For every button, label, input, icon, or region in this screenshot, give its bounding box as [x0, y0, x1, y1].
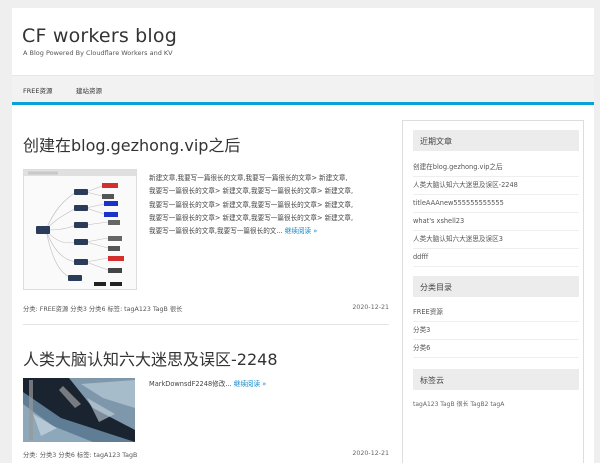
excerpt-line: 我要写一篇很长的文章> 新建文章,我要写一篇很长的文章> 新建文章,	[149, 187, 354, 196]
post-title[interactable]: 人类大脑认知六大迷思及误区-2248	[23, 346, 278, 370]
recent-post-link[interactable]: 人类大脑认知六大迷思及误区3	[413, 231, 579, 249]
post-thumbnail[interactable]	[23, 378, 135, 442]
post-excerpt: MarkDownsdF2248修改... 继续阅读 »	[149, 378, 389, 391]
site-title[interactable]: CF workers blog	[22, 25, 177, 47]
excerpt-line: 我要写一篇很长的文章,我要写一篇很长的文... 继续阅读 »	[149, 225, 389, 238]
post-excerpt: 新建文章,我要写一篇很长的文章,我要写一篇很长的文章> 新建文章, 我要写一篇很…	[149, 172, 389, 238]
post-divider	[23, 324, 389, 325]
main-nav: FREE资源 建站资源	[12, 75, 594, 105]
post-date: 2020-12-21	[352, 450, 389, 457]
post-meta: 分类: FREE资源 分类3 分类6 标签: tagA123 TagB 很长 2…	[23, 304, 389, 313]
widget-title-tags: 标签云	[413, 369, 579, 390]
post-title[interactable]: 创建在blog.gezhong.vip之后	[23, 132, 240, 156]
excerpt-last: 我要写一篇很长的文章,我要写一篇很长的文...	[149, 227, 283, 236]
post-meta: 分类: 分类3 分类6 标签: tagA123 TagB 2020-12-21	[23, 450, 389, 459]
category-link[interactable]: 分类6	[413, 340, 579, 358]
post-meta-taxonomy[interactable]: 分类: 分类3 分类6 标签: tagA123 TagB	[23, 452, 137, 459]
widget-title-recent: 近期文章	[413, 130, 579, 151]
excerpt-line: 我要写一篇很长的文章> 新建文章,我要写一篇很长的文章> 新建文章,	[149, 200, 354, 209]
post-date: 2020-12-21	[352, 304, 389, 311]
recent-posts-list: 创建在blog.gezhong.vip之后 人类大脑认知六大迷思及误区-2248…	[413, 159, 579, 267]
post-item: 创建在blog.gezhong.vip之后 新建文章,我要写一篇很长的文章,我要…	[23, 104, 389, 325]
site-description: A Blog Powered By Cloudflare Workers and…	[23, 49, 173, 57]
category-link[interactable]: FREE资源	[413, 304, 579, 322]
widget-title-text: 分类目录	[420, 283, 452, 292]
tag-cloud[interactable]: tagA123 TagB 很长 TagB2 tagA	[413, 399, 504, 408]
nav-item-site[interactable]: 建站资源	[76, 85, 102, 95]
read-more-link[interactable]: 继续阅读 »	[285, 227, 318, 235]
widget-title-categories: 分类目录	[413, 276, 579, 297]
excerpt-text: MarkDownsdF2248修改...	[149, 380, 232, 388]
widget-title-text: 标签云	[420, 376, 444, 385]
excerpt-line: MarkDownsdF2248修改... 继续阅读 »	[149, 378, 389, 391]
recent-post-link[interactable]: 人类大脑认知六大迷思及误区-2248	[413, 177, 579, 195]
categories-list: FREE资源 分类3 分类6	[413, 304, 579, 358]
excerpt-line: 新建文章,我要写一篇很长的文章,我要写一篇很长的文章> 新建文章,	[149, 174, 348, 182]
excerpt-line: 我要写一篇很长的文章> 新建文章,我要写一篇很长的文章> 新建文章,	[149, 213, 354, 222]
earth-from-space-icon	[23, 378, 135, 442]
recent-post-link[interactable]: what's xshell23	[413, 213, 579, 231]
widget-title-text: 近期文章	[420, 137, 452, 146]
recent-post-link[interactable]: ddfff	[413, 249, 579, 267]
recent-post-link[interactable]: titleAAAnew555555555555	[413, 195, 579, 213]
post-thumbnail[interactable]	[23, 169, 137, 290]
nav-item-free[interactable]: FREE资源	[23, 85, 52, 95]
category-link[interactable]: 分类3	[413, 322, 579, 340]
read-more-link[interactable]: 继续阅读 »	[234, 380, 267, 388]
page: CF workers blog A Blog Powered By Cloudf…	[12, 8, 594, 463]
mindmap-thumbnail-icon	[24, 170, 136, 289]
recent-post-link[interactable]: 创建在blog.gezhong.vip之后	[413, 159, 579, 177]
post-meta-taxonomy[interactable]: 分类: FREE资源 分类3 分类6 标签: tagA123 TagB 很长	[23, 306, 182, 313]
post-item: 人类大脑认知六大迷思及误区-2248 MarkDownsdF2248修改... …	[23, 346, 389, 463]
